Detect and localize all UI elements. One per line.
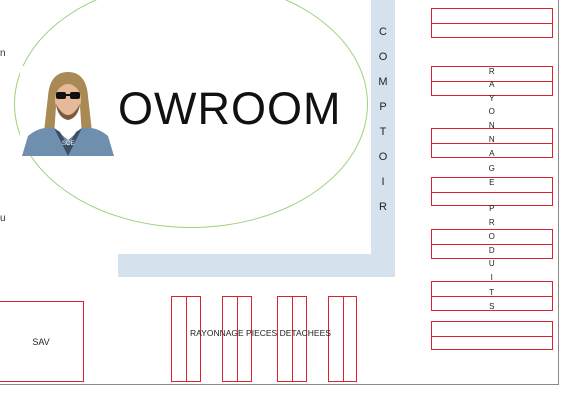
edge-fragment-bottom: u (0, 213, 6, 224)
frame-right-border (558, 0, 559, 385)
sav-area: SAV (0, 301, 84, 382)
counter-letter: P (379, 101, 387, 113)
counter-letter: M (378, 76, 388, 88)
photo-caption: SOE (62, 141, 75, 147)
showroom-title: OWROOM (118, 83, 342, 134)
spare-parts-rack (277, 296, 307, 382)
person-photo: SOE (20, 66, 115, 156)
edge-fragment-top: n (0, 48, 6, 59)
products-letter: A (489, 149, 495, 158)
products-letter: E (489, 178, 495, 187)
products-letter: Y (489, 94, 495, 103)
counter-horizontal (118, 254, 395, 277)
products-letter: T (489, 288, 495, 297)
counter-letter: T (379, 126, 387, 138)
products-letter: O (488, 107, 496, 116)
products-letter: I (490, 273, 494, 282)
spare-parts-rack (171, 296, 201, 382)
spare-parts-rack (328, 296, 357, 382)
counter-letter: C (379, 26, 387, 38)
products-letter: P (489, 204, 495, 213)
products-letter: S (489, 302, 495, 311)
products-letter: N (488, 121, 496, 130)
products-letter: D (488, 246, 496, 255)
product-shelf (431, 321, 553, 350)
product-shelf (431, 8, 553, 38)
frame-bottom-border (0, 384, 559, 385)
products-letter: O (488, 232, 496, 241)
products-letter: R (488, 67, 496, 76)
counter-letter: O (378, 151, 388, 163)
products-letter: R (488, 218, 496, 227)
products-letter: G (488, 164, 496, 173)
products-letter: A (489, 80, 495, 89)
products-letter: U (488, 259, 496, 268)
spare-parts-rack (222, 296, 252, 382)
counter-letter: O (378, 51, 388, 63)
counter-letter: R (379, 201, 387, 213)
sav-label: SAV (32, 336, 50, 347)
spare-parts-label: RAYONNAGE PIECES DETACHEES (190, 328, 331, 338)
counter-vertical (371, 0, 395, 277)
products-letter: N (488, 135, 496, 144)
counter-letter: I (381, 176, 385, 188)
